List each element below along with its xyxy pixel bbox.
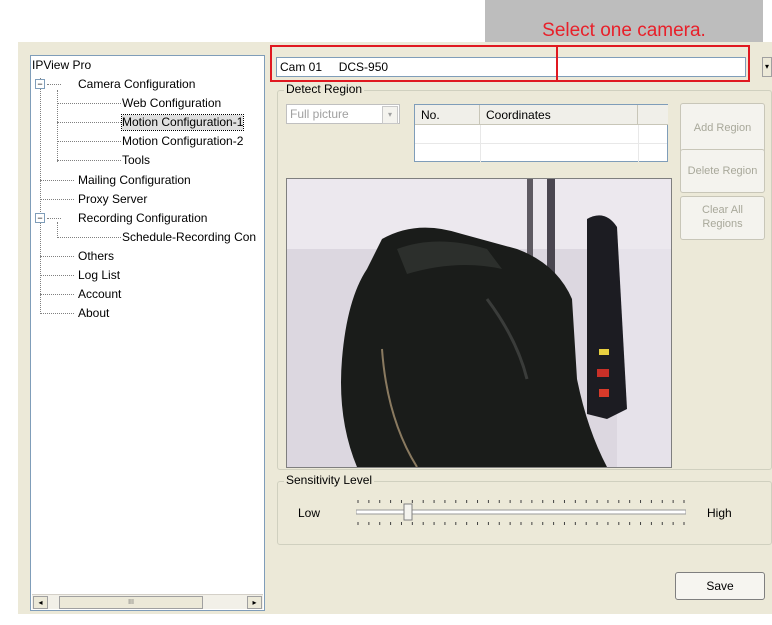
tree-line — [47, 218, 61, 219]
camera-preview-scene — [287, 179, 671, 467]
callout-highlight-box — [270, 45, 750, 82]
scroll-thumb[interactable]: III — [59, 596, 203, 609]
table-header-no: No. — [415, 105, 480, 125]
tree-item-log-list[interactable]: Log List — [78, 268, 120, 283]
sensitivity-low-label: Low — [298, 506, 321, 520]
tree-item-motion-configuration-1[interactable]: Motion Configuration-1 — [120, 114, 245, 131]
tree-line — [40, 78, 41, 314]
collapse-camera-icon[interactable]: − — [35, 79, 45, 89]
tree-line — [40, 294, 74, 295]
tree-line — [57, 103, 121, 104]
callout-text: Select one camera. — [542, 20, 706, 41]
tree-line — [57, 141, 121, 142]
tree-item-camera-configuration[interactable]: Camera Configuration — [78, 77, 195, 92]
tree-item-mailing-configuration[interactable]: Mailing Configuration — [78, 173, 191, 188]
camera-select-arrow-icon[interactable]: ▾ — [762, 57, 772, 77]
sensitivity-high-label: High — [707, 506, 732, 520]
region-table[interactable]: No. Coordinates — [414, 104, 668, 162]
tree-item-tools[interactable]: Tools — [122, 153, 150, 168]
sensitivity-slider-thumb[interactable] — [403, 503, 413, 521]
tree-item-recording-configuration[interactable]: Recording Configuration — [78, 211, 207, 226]
tree-item-motion-configuration-2[interactable]: Motion Configuration-2 — [122, 134, 243, 149]
tree-line — [57, 160, 121, 161]
tree-item-web-configuration[interactable]: Web Configuration — [122, 96, 221, 111]
table-header-coordinates: Coordinates — [480, 105, 638, 125]
table-divider — [480, 125, 481, 162]
detect-region-label: Detect Region — [284, 82, 365, 96]
region-select-arrow-icon[interactable]: ▾ — [382, 106, 398, 124]
delete-region-button[interactable]: Delete Region — [680, 149, 765, 193]
tree-line — [57, 237, 121, 238]
tree-item-account[interactable]: Account — [78, 287, 121, 302]
tree-line — [40, 180, 74, 181]
table-row — [415, 143, 667, 144]
tree-item-schedule-recording[interactable]: Schedule-Recording Con — [122, 230, 256, 245]
region-select-value: Full picture — [290, 107, 349, 121]
tree-item-proxy-server[interactable]: Proxy Server — [78, 192, 147, 207]
tree-item-ipview-pro[interactable]: IPView Pro — [32, 58, 91, 73]
tree-line — [57, 122, 121, 123]
save-button[interactable]: Save — [675, 572, 765, 600]
table-divider — [638, 125, 639, 162]
region-select[interactable]: Full picture ▾ — [286, 104, 400, 124]
sensitivity-slider-graphic — [355, 500, 687, 525]
config-tree[interactable]: − − IPView Pro Camera Configuration Web … — [30, 55, 265, 611]
sensitivity-label: Sensitivity Level — [284, 473, 375, 487]
tree-line — [40, 313, 74, 314]
clear-all-regions-button[interactable]: Clear All Regions — [680, 196, 765, 240]
tree-line — [40, 256, 74, 257]
tree-item-others[interactable]: Others — [78, 249, 114, 264]
tree-horizontal-scrollbar[interactable]: ◂ III ▸ — [32, 594, 263, 609]
tree-line — [47, 84, 61, 85]
scroll-left-icon[interactable]: ◂ — [33, 596, 48, 609]
collapse-recording-icon[interactable]: − — [35, 213, 45, 223]
table-header-blank — [638, 105, 668, 125]
add-region-button[interactable]: Add Region — [680, 103, 765, 153]
camera-preview-image — [286, 178, 672, 468]
tree-line — [57, 90, 58, 162]
sensitivity-slider[interactable] — [355, 496, 687, 530]
callout-pointer-line — [556, 45, 558, 82]
tree-line — [40, 199, 74, 200]
tree-item-about[interactable]: About — [78, 306, 109, 321]
scroll-right-icon[interactable]: ▸ — [247, 596, 262, 609]
tree-line — [40, 275, 74, 276]
tree-line — [57, 222, 58, 238]
